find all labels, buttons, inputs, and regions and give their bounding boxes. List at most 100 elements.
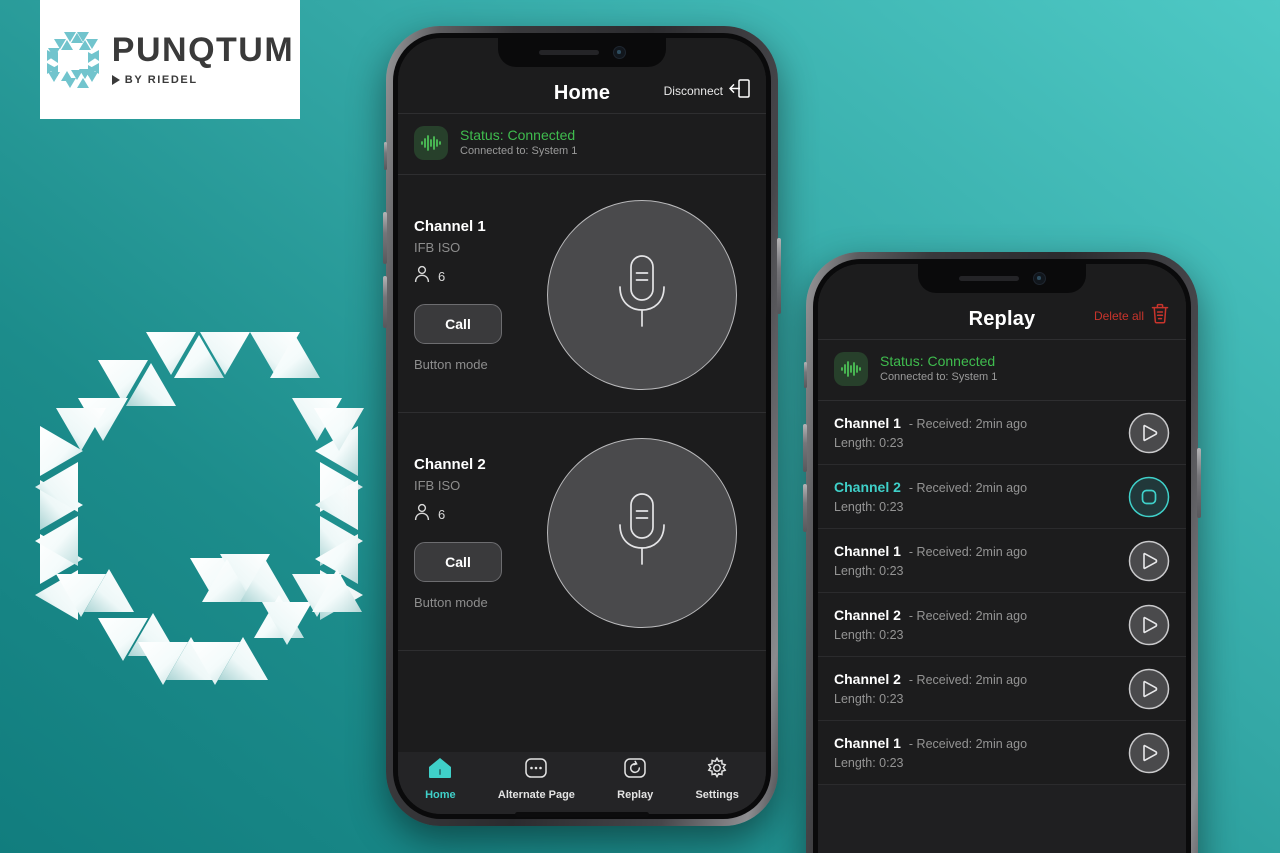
listener-count: 6 <box>414 265 534 288</box>
phone-mockup-replay: Replay Delete all Status: Connected Conn… <box>803 252 1201 853</box>
status-system: Connected to: System 1 <box>460 145 578 158</box>
channel-subtitle: IFB ISO <box>414 239 461 255</box>
replay-received: - Received: 2min ago <box>908 545 1028 559</box>
replay-circle-icon <box>623 757 647 784</box>
delete-all-label: Delete all <box>1093 309 1144 323</box>
replay-length: Length: 0:23 <box>834 692 904 706</box>
replay-received: - Received: 2min ago <box>908 417 1028 431</box>
disconnect-label: Disconnect <box>663 84 723 98</box>
channel-card: Channel 2 IFB ISO 6 Call Button mode <box>398 413 766 651</box>
replay-channel: Channel 1 <box>834 415 901 431</box>
audio-waveform-icon <box>834 352 868 386</box>
tab-alternate-page[interactable]: Alternate Page <box>498 757 575 801</box>
microphone-icon <box>611 491 673 574</box>
list-empty-area <box>818 785 1186 853</box>
phone-screen: Replay Delete all Status: Connected Conn… <box>818 264 1186 853</box>
mute-switch[interactable] <box>804 362 807 388</box>
tab-alternate-page-label: Alternate Page <box>497 789 575 801</box>
tab-home-label: Home <box>425 789 456 801</box>
tab-replay-label: Replay <box>617 789 654 801</box>
replay-length: Length: 0:23 <box>834 628 904 642</box>
stop-icon[interactable] <box>1128 476 1170 518</box>
gear-icon <box>705 756 729 784</box>
earpiece-speaker-icon <box>958 276 1019 281</box>
list-item[interactable]: Channel 1 - Received: 2min ago Length: 0… <box>818 401 1186 465</box>
replay-channel: Channel 2 <box>834 671 901 687</box>
replay-received: - Received: 2min ago <box>908 737 1028 751</box>
phone-notch <box>498 38 666 67</box>
tab-settings[interactable]: Settings <box>695 756 739 801</box>
tab-replay[interactable]: Replay <box>617 757 653 801</box>
connection-status: Status: Connected Connected to: System 1 <box>818 340 1186 401</box>
push-to-talk-button[interactable] <box>547 199 737 390</box>
channel-subtitle: IFB ISO <box>414 477 461 493</box>
tab-home[interactable]: Home <box>425 757 456 801</box>
mute-switch[interactable] <box>384 142 387 170</box>
punqtum-q-mark-icon <box>46 30 100 90</box>
list-item[interactable]: Channel 1 - Received: 2min ago Length: 0… <box>818 529 1186 593</box>
earpiece-speaker-icon <box>538 50 599 55</box>
channel-name: Channel 2 <box>414 455 486 473</box>
punqtum-wordmark: PUNQTUM <box>111 31 295 69</box>
phone-mockup-home: Home Disconnect Status: Connected Connec… <box>383 26 781 826</box>
listener-number: 6 <box>438 506 446 522</box>
channel-name: Channel 1 <box>414 217 486 235</box>
list-item[interactable]: Channel 2 - Received: 2min ago Length: 0… <box>818 465 1186 529</box>
front-camera-icon <box>612 46 626 59</box>
logout-icon <box>728 79 750 103</box>
replay-received: - Received: 2min ago <box>908 673 1028 687</box>
page-title: Replay <box>968 308 1036 330</box>
replay-channel: Channel 1 <box>834 735 901 751</box>
replay-length: Length: 0:23 <box>834 564 904 578</box>
connection-status: Status: Connected Connected to: System 1 <box>398 114 766 175</box>
status-system: Connected to: System 1 <box>880 371 998 384</box>
tab-settings-label: Settings <box>695 789 739 801</box>
list-item[interactable]: Channel 1 - Received: 2min ago Length: 0… <box>818 721 1186 785</box>
person-icon <box>414 503 430 526</box>
microphone-icon <box>611 253 673 336</box>
volume-up-button[interactable] <box>383 212 387 264</box>
front-camera-icon <box>1032 272 1046 285</box>
list-item[interactable]: Channel 2 - Received: 2min ago Length: 0… <box>818 593 1186 657</box>
channel-list: Channel 1 IFB ISO 6 Call Button mode Cha… <box>398 175 766 752</box>
replay-length: Length: 0:23 <box>834 500 904 514</box>
button-mode-label: Button mode <box>414 594 488 610</box>
dots-square-icon <box>524 757 548 784</box>
punqtum-byline: BY RIEDEL <box>124 74 198 86</box>
play-icon[interactable] <box>1128 540 1170 582</box>
trash-icon <box>1150 303 1170 329</box>
home-indicator <box>515 812 649 817</box>
delete-all-button[interactable]: Delete all <box>1094 303 1170 329</box>
disconnect-button[interactable]: Disconnect <box>664 79 750 103</box>
home-icon <box>428 757 452 784</box>
home-app: Home Disconnect Status: Connected Connec… <box>398 38 766 814</box>
replay-channel: Channel 1 <box>834 543 901 559</box>
power-button[interactable] <box>1197 448 1201 518</box>
replay-app: Replay Delete all Status: Connected Conn… <box>818 264 1186 853</box>
volume-down-button[interactable] <box>383 276 387 328</box>
listener-count: 6 <box>414 503 534 526</box>
button-mode-label: Button mode <box>414 356 488 372</box>
phone-notch <box>918 264 1086 293</box>
push-to-talk-button[interactable] <box>547 437 737 628</box>
replay-channel: Channel 2 <box>834 479 901 495</box>
channel-card: Channel 1 IFB ISO 6 Call Button mode <box>398 175 766 413</box>
call-button[interactable]: Call <box>414 303 502 344</box>
power-button[interactable] <box>777 238 781 314</box>
replay-length: Length: 0:23 <box>834 756 904 770</box>
replay-length: Length: 0:23 <box>834 436 904 450</box>
phone-screen: Home Disconnect Status: Connected Connec… <box>398 38 766 814</box>
page-title: Home <box>553 82 611 104</box>
play-icon[interactable] <box>1128 732 1170 774</box>
play-icon[interactable] <box>1128 412 1170 454</box>
list-item[interactable]: Channel 2 - Received: 2min ago Length: 0… <box>818 657 1186 721</box>
play-icon[interactable] <box>1128 604 1170 646</box>
play-icon[interactable] <box>1128 668 1170 710</box>
volume-down-button[interactable] <box>803 484 807 532</box>
call-button[interactable]: Call <box>414 541 502 582</box>
background-q-logo <box>24 312 374 702</box>
bottom-tab-bar: Home Alternate Page Replay Settings <box>398 752 766 814</box>
replay-received: - Received: 2min ago <box>908 609 1028 623</box>
volume-up-button[interactable] <box>803 424 807 472</box>
listener-number: 6 <box>438 268 446 284</box>
